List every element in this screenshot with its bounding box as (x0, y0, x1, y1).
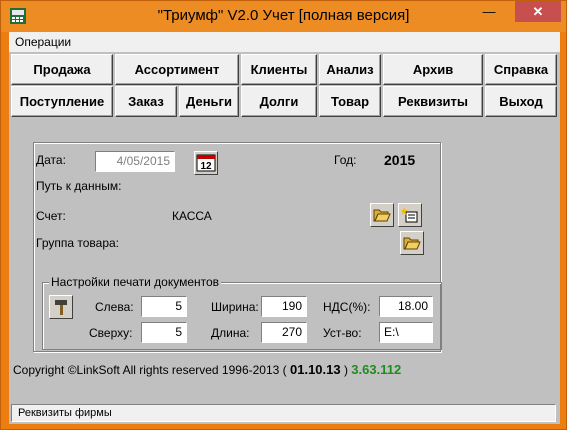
title-bar[interactable]: "Триумф" V2.0 Учет [полная версия] — ✕ (1, 1, 566, 32)
debts-button[interactable]: Долги (241, 86, 317, 117)
left-margin-label: Слева: (95, 300, 134, 314)
account-label: Счет: (36, 209, 66, 223)
order-button[interactable]: Заказ (115, 86, 177, 117)
date-field[interactable]: 4/05/2015 (95, 151, 175, 172)
printer-setup-button[interactable] (49, 295, 73, 319)
folder-open-icon (403, 237, 421, 250)
account-new-button[interactable] (398, 203, 422, 227)
calendar-icon-number: 12 (200, 161, 212, 172)
top-margin-field[interactable]: 5 (141, 322, 187, 343)
device-field[interactable]: E:\ (379, 322, 433, 343)
archive-button[interactable]: Архив (383, 54, 483, 85)
print-settings-group: Настройки печати документов Слева: 5 Све… (42, 275, 442, 350)
product-group-label: Группа товара: (36, 236, 119, 250)
settings-panel: Дата: 4/05/2015 12 Год: 2015 Путь к данн… (33, 142, 442, 352)
year-value: 2015 (384, 152, 416, 168)
left-margin-field[interactable]: 5 (141, 296, 187, 317)
device-label: Уст-во: (323, 326, 362, 340)
calendar-button[interactable]: 12 (194, 151, 218, 175)
new-item-icon (401, 207, 418, 223)
money-button[interactable]: Деньги (179, 86, 239, 117)
app-window: "Триумф" V2.0 Учет [полная версия] — ✕ О… (0, 0, 567, 430)
client-area: Операции Продажа Ассортимент Клиенты Ана… (9, 32, 560, 424)
account-open-button[interactable] (370, 203, 394, 227)
assortment-button[interactable]: Ассортимент (115, 54, 239, 85)
status-bar: Реквизиты фирмы (11, 404, 556, 422)
data-path-label: Путь к данным: (36, 179, 122, 193)
requisites-button[interactable]: Реквизиты (383, 86, 483, 117)
product-group-open-button[interactable] (400, 231, 424, 255)
year-label: Год: (334, 153, 357, 167)
copyright-close-paren: ) (343, 363, 348, 377)
close-button[interactable]: ✕ (515, 1, 561, 22)
top-margin-label: Сверху: (89, 326, 133, 340)
clients-button[interactable]: Клиенты (241, 54, 317, 85)
hammer-icon (55, 300, 67, 315)
length-label: Длина: (211, 326, 250, 340)
date-label: Дата: (36, 153, 66, 167)
goods-button[interactable]: Товар (319, 86, 381, 117)
width-label: Ширина: (211, 300, 259, 314)
folder-open-icon (373, 209, 391, 222)
vat-field[interactable]: 18.00 (379, 296, 433, 317)
copyright-line: Copyright ©LinkSoft All rights reserved … (13, 362, 401, 377)
help-button[interactable]: Справка (485, 54, 557, 85)
length-field[interactable]: 270 (261, 322, 307, 343)
print-settings-title: Настройки печати документов (49, 275, 222, 289)
vat-label: НДС(%): (323, 300, 371, 314)
exit-button[interactable]: Выход (485, 86, 557, 117)
minimize-button[interactable]: — (476, 1, 502, 22)
calendar-icon: 12 (196, 154, 216, 172)
version-number: 3.63.112 (351, 362, 402, 377)
account-value: КАССА (172, 209, 212, 223)
sales-button[interactable]: Продажа (11, 54, 113, 85)
analysis-button[interactable]: Анализ (319, 54, 381, 85)
width-field[interactable]: 190 (261, 296, 307, 317)
build-date: 01.10.13 (290, 362, 341, 377)
menu-bar: Операции (9, 32, 560, 52)
menu-operations[interactable]: Операции (15, 35, 71, 49)
copyright-text: Copyright ©LinkSoft All rights reserved … (13, 363, 287, 377)
receipt-button[interactable]: Поступление (11, 86, 113, 117)
status-text: Реквизиты фирмы (18, 407, 112, 419)
